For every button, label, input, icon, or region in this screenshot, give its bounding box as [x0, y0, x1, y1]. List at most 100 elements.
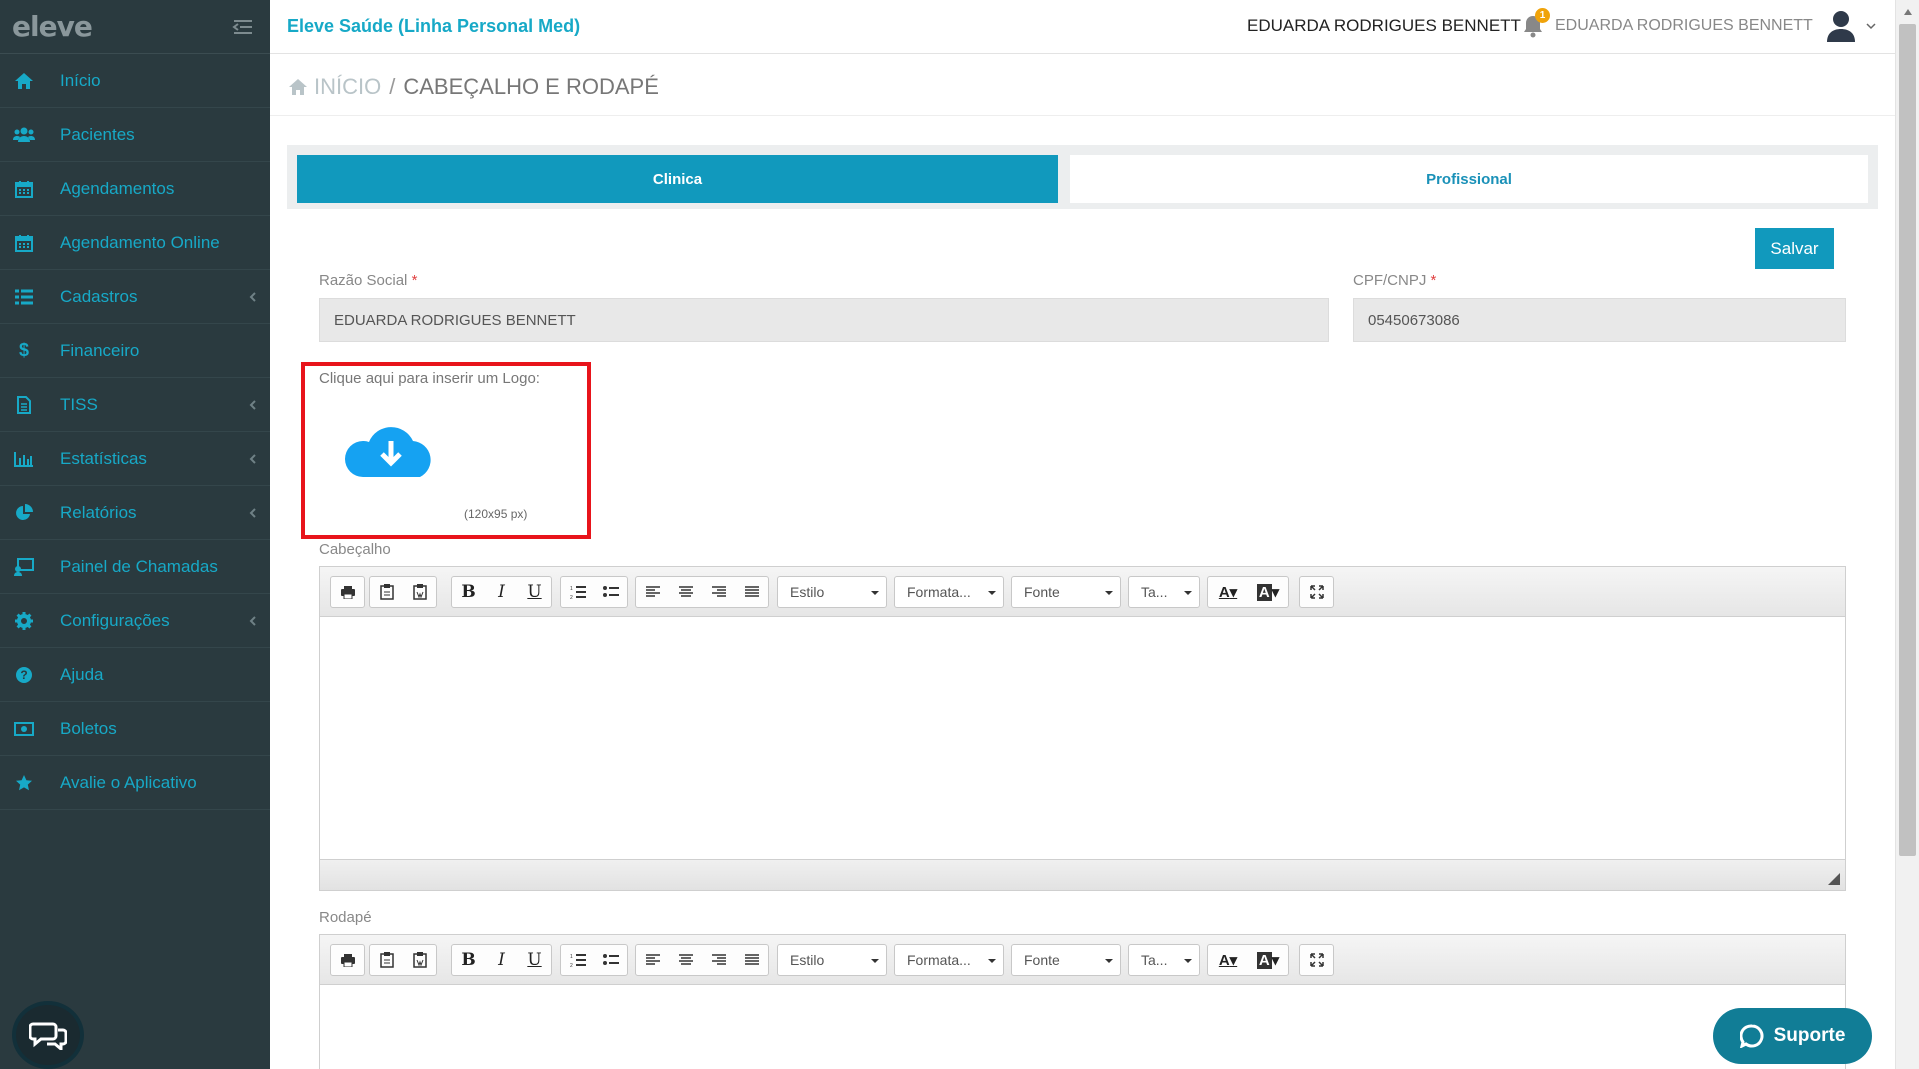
cpf-cnpj-field[interactable]: 05450673086	[1353, 298, 1846, 342]
bold-button[interactable]: B	[452, 945, 485, 975]
align-right-icon[interactable]	[702, 945, 735, 975]
sidebar-item-configuracoes[interactable]: Configurações	[0, 594, 270, 648]
numbered-list-icon[interactable]: 12	[561, 945, 594, 975]
text-color-button[interactable]: A ▾	[1208, 945, 1248, 975]
footer-editor-content[interactable]	[320, 985, 1845, 1069]
print-icon[interactable]	[331, 945, 364, 975]
sidebar-item-relatorios[interactable]: Relatórios	[0, 486, 270, 540]
format-dropdown[interactable]: Formata...	[894, 944, 1004, 976]
sidebar-item-label: Financeiro	[60, 340, 140, 360]
sidebar-item-boletos[interactable]: Boletos	[0, 702, 270, 756]
sidebar-item-agendamentos[interactable]: Agendamentos	[0, 162, 270, 216]
breadcrumb-home[interactable]: INÍCIO	[288, 74, 381, 100]
sidebar-item-tiss[interactable]: TISS	[0, 378, 270, 432]
sidebar-item-estatisticas[interactable]: Estatísticas	[0, 432, 270, 486]
bar-chart-icon	[12, 447, 36, 471]
color-group: A ▾ A ▾	[1207, 944, 1289, 976]
logo-size-hint: (120x95 px)	[464, 507, 528, 521]
background-color-button[interactable]: A ▾	[1248, 945, 1288, 975]
editor-toolbar: B I U 12 Estilo Formata... Fonte Ta... A…	[320, 935, 1845, 985]
bulleted-list-icon[interactable]	[594, 945, 627, 975]
support-button[interactable]: Suporte	[1713, 1008, 1872, 1064]
align-justify-icon[interactable]	[735, 945, 768, 975]
user-menu-name[interactable]: EDUARDA RODRIGUES BENNETT	[1555, 17, 1813, 35]
align-left-icon[interactable]	[636, 945, 669, 975]
chat-bubble-button[interactable]	[12, 1001, 84, 1069]
maximize-icon[interactable]	[1300, 945, 1333, 975]
style-dropdown[interactable]: Estilo	[777, 576, 887, 608]
align-justify-icon[interactable]	[735, 577, 768, 607]
sidebar-item-pacientes[interactable]: Pacientes	[0, 108, 270, 162]
paste-icon[interactable]	[370, 945, 403, 975]
required-mark: *	[1430, 272, 1437, 289]
align-center-icon[interactable]	[669, 577, 702, 607]
chevron-left-icon	[249, 292, 256, 302]
sidebar-item-ajuda[interactable]: ? Ajuda	[0, 648, 270, 702]
razao-social-field[interactable]: EDUARDA RODRIGUES BENNETT	[319, 298, 1329, 342]
scrollbar-thumb[interactable]	[1899, 24, 1916, 856]
sidebar-item-painel-de-chamadas[interactable]: Painel de Chamadas	[0, 540, 270, 594]
breadcrumb-current: CABEÇALHO E RODAPÉ	[403, 74, 659, 99]
format-dropdown[interactable]: Formata...	[894, 576, 1004, 608]
save-button[interactable]: Salvar	[1755, 228, 1834, 269]
align-right-icon[interactable]	[702, 577, 735, 607]
eleve-logo[interactable]: eleve	[12, 10, 93, 43]
logo-upload-prompt[interactable]: Clique aqui para inserir um Logo:	[319, 370, 540, 387]
sidebar-item-label: Avalie o Aplicativo	[60, 772, 197, 792]
calendar-icon	[12, 231, 36, 255]
print-icon[interactable]	[331, 577, 364, 607]
sidebar-item-financeiro[interactable]: $ Financeiro	[0, 324, 270, 378]
scroll-up-arrow-icon[interactable]	[1903, 8, 1913, 16]
required-mark: *	[411, 272, 418, 289]
sidebar-item-avalie-o-aplicativo[interactable]: Avalie o Aplicativo	[0, 756, 270, 810]
bold-button[interactable]: B	[452, 577, 485, 607]
background-color-button[interactable]: A ▾	[1248, 577, 1288, 607]
app-title[interactable]: Eleve Saúde (Linha Personal Med)	[287, 16, 580, 37]
paste-group	[369, 944, 437, 976]
align-center-icon[interactable]	[669, 945, 702, 975]
resize-handle-icon[interactable]	[1828, 873, 1840, 885]
breadcrumb-separator: /	[389, 74, 396, 99]
align-left-icon[interactable]	[636, 577, 669, 607]
tabs: Clinica Profissional	[287, 145, 1878, 209]
cloud-download-icon[interactable]	[343, 421, 440, 479]
bulleted-list-icon[interactable]	[594, 577, 627, 607]
sidebar-item-agendamento-online[interactable]: Agendamento Online	[0, 216, 270, 270]
bg-color-label: A	[1256, 583, 1272, 601]
paste-icon[interactable]	[370, 577, 403, 607]
caret-down-icon	[1184, 591, 1192, 595]
breadcrumb-home-label: INÍCIO	[314, 74, 382, 99]
sidebar-item-inicio[interactable]: Início	[0, 54, 270, 108]
users-icon	[12, 123, 36, 147]
rodape-label: Rodapé	[319, 909, 372, 926]
underline-button[interactable]: U	[518, 577, 551, 607]
header-editor-content[interactable]	[320, 617, 1845, 859]
document-icon	[12, 393, 36, 417]
italic-button[interactable]: I	[485, 945, 518, 975]
caret-down-icon	[871, 591, 879, 595]
tab-clinica[interactable]: Clinica	[297, 155, 1058, 203]
font-dropdown-label: Fonte	[1024, 952, 1060, 968]
size-dropdown[interactable]: Ta...	[1128, 576, 1200, 608]
svg-text:2: 2	[570, 963, 573, 967]
italic-button[interactable]: I	[485, 577, 518, 607]
size-dropdown[interactable]: Ta...	[1128, 944, 1200, 976]
text-color-button[interactable]: A ▾	[1208, 577, 1248, 607]
paste-from-word-icon[interactable]	[403, 945, 436, 975]
font-dropdown[interactable]: Fonte	[1011, 576, 1121, 608]
tab-profissional[interactable]: Profissional	[1070, 155, 1868, 203]
underline-button[interactable]: U	[518, 945, 551, 975]
chat-icon	[29, 1022, 67, 1050]
numbered-list-icon[interactable]: 12	[561, 577, 594, 607]
maximize-icon[interactable]	[1300, 577, 1333, 607]
chevron-down-icon[interactable]	[1866, 22, 1876, 30]
align-group	[635, 944, 769, 976]
paste-from-word-icon[interactable]	[403, 577, 436, 607]
font-dropdown[interactable]: Fonte	[1011, 944, 1121, 976]
page-scrollbar[interactable]	[1895, 0, 1919, 1069]
caret-down-icon	[1105, 591, 1113, 595]
user-avatar-icon[interactable]	[1826, 10, 1856, 42]
style-dropdown[interactable]: Estilo	[777, 944, 887, 976]
collapse-sidebar-icon[interactable]	[232, 16, 254, 38]
sidebar-item-cadastros[interactable]: Cadastros	[0, 270, 270, 324]
